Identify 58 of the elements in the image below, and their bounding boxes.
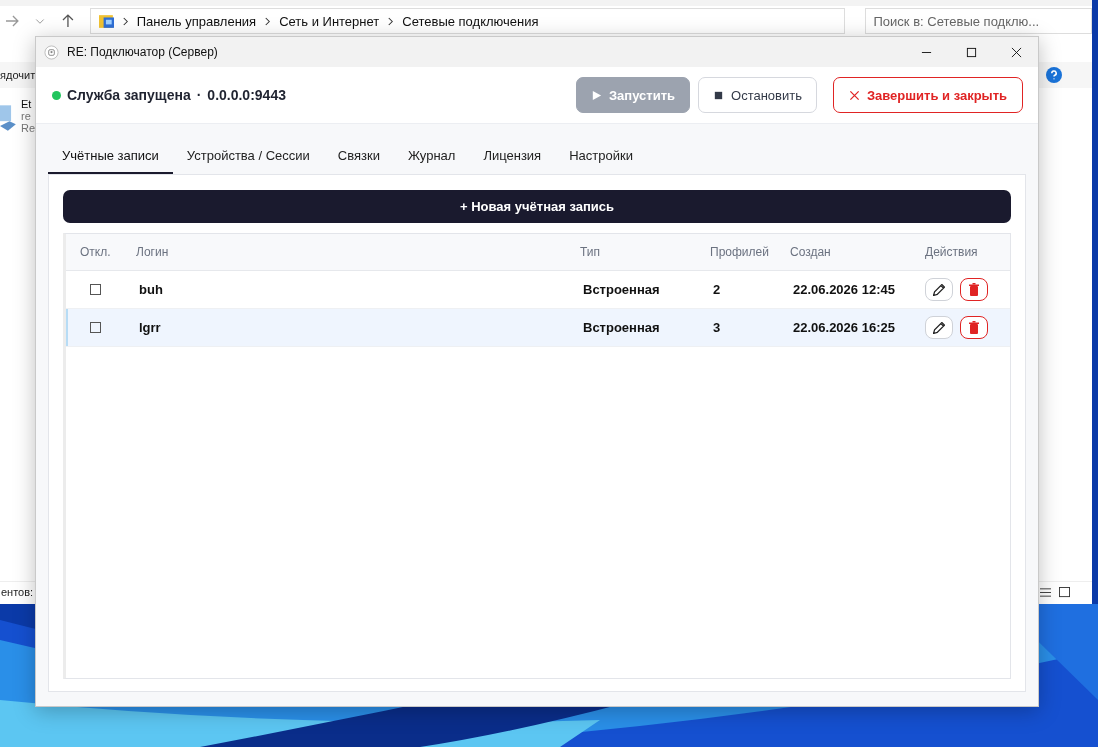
item-detail: Re [21,122,36,134]
type-cell-text: Встроенная [582,320,661,335]
quit-button[interactable]: Завершить и закрыть [833,77,1023,113]
column-header: Откл. [79,245,112,259]
tab[interactable]: Лицензия [469,141,556,174]
login-cell-text: lgrr [138,320,162,335]
separator: · [196,87,202,103]
column-header: Профилей [710,245,770,259]
item-detail: re [21,110,31,122]
tiles-view-icon[interactable] [1059,586,1070,598]
chevron-right-icon [264,16,272,26]
close-icon[interactable] [1011,46,1022,58]
column-header: Логин [136,245,170,259]
status-text: ентов: [1,586,34,598]
profiles-cell-text: 3 [712,320,722,335]
pencil-icon [933,321,945,334]
server-address: 0.0.0.0:9443 [207,87,286,103]
type-cell-text: Встроенная [582,282,661,297]
delete-button[interactable] [960,278,988,301]
profiles-cell-text: 2 [712,282,722,297]
details-view-icon[interactable] [1040,586,1051,598]
window-title: RE: Подключатор (Сервер) [67,45,218,59]
pencil-icon [933,283,945,296]
menu-text[interactable]: ядочит [0,69,36,81]
login-cell-text: buh [138,282,164,297]
tab[interactable]: Устройства / Сессии [172,141,324,174]
edit-button[interactable] [925,278,953,301]
created-cell-text: 22.06.2026 16:25 [792,320,896,335]
new-account-button[interactable]: + Новая учётная запись [63,190,1011,223]
column-header: Тип [580,245,601,259]
chevron-right-icon [387,16,395,26]
created-cell-text: 22.06.2026 12:45 [792,282,896,297]
forward-arrow-icon[interactable] [4,13,20,29]
delete-button[interactable] [960,316,988,339]
column-header: Действия [925,245,979,259]
help-icon[interactable] [1046,67,1062,83]
edit-button[interactable] [925,316,953,339]
close-icon [848,89,860,101]
breadcrumb[interactable]: Сеть и Интернет [279,13,380,29]
tab[interactable]: Связки [323,141,394,174]
trash-icon [969,321,979,334]
breadcrumb[interactable]: Панель управления [136,13,257,29]
tab[interactable]: Журнал [393,141,470,174]
breadcrumb[interactable]: Сетевые подключения [402,13,539,29]
stop-button[interactable]: Остановить [698,77,817,113]
network-folder-icon [98,14,114,28]
search-field[interactable]: Поиск в: Сетевые подклю... [864,8,1092,34]
item-name: Et [21,98,32,110]
maximize-icon[interactable] [966,46,977,58]
address-bar[interactable]: Панель управления Сеть и Интернет Сетевые подключения [89,8,845,34]
service-status: Служба запущена [67,87,191,103]
table-row[interactable]: lgrr Встроенная 3 22.06.2026 16:25 [66,309,1010,347]
trash-icon [969,283,979,296]
chevron-right-icon [121,16,129,26]
app-icon [44,44,59,60]
stop-icon [713,89,725,101]
tab[interactable]: Настройки [555,141,647,174]
column-header: Создан [790,245,832,259]
